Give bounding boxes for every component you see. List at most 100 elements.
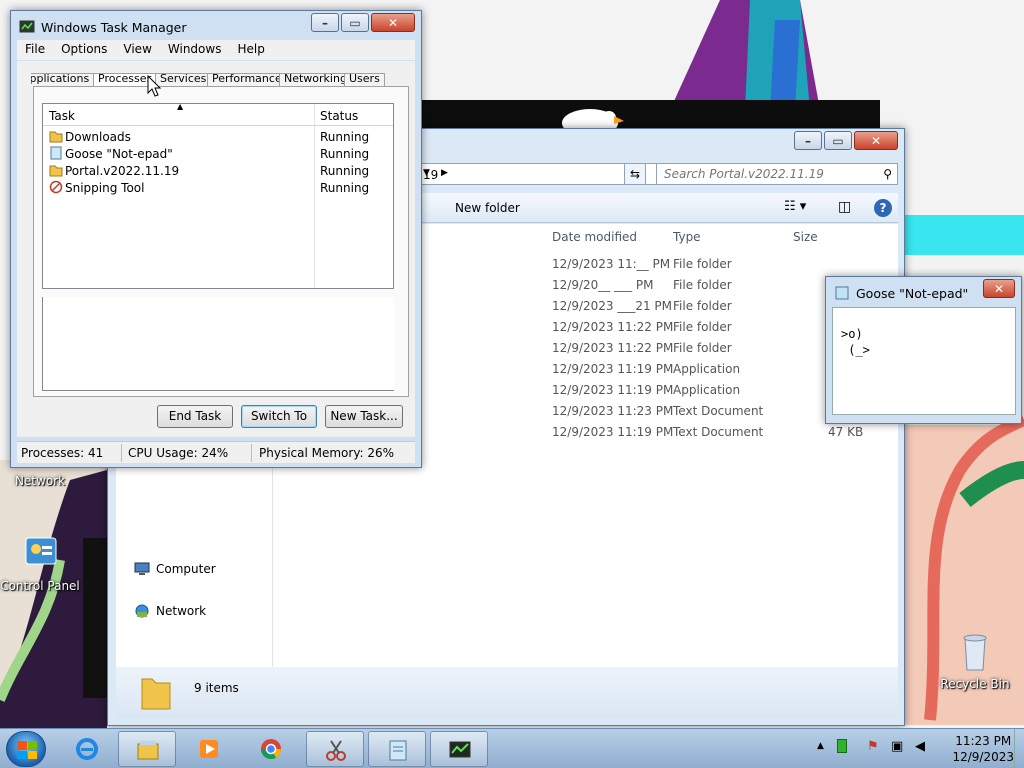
status-separator bbox=[121, 444, 122, 462]
taskbar-task-manager[interactable] bbox=[430, 731, 488, 767]
task-manager-title: Windows Task Manager bbox=[41, 20, 187, 35]
task-manager-titlebar[interactable]: Windows Task Manager – ▭ ✕ bbox=[11, 11, 421, 41]
menu-options[interactable]: Options bbox=[53, 40, 115, 60]
action-center-icon[interactable]: ⚑ bbox=[867, 739, 879, 754]
desktop-icon-recycle-bin[interactable]: Recycle Bin bbox=[935, 632, 1015, 691]
explorer-status-bar: 9 items bbox=[116, 667, 898, 719]
item-count: 9 items bbox=[194, 681, 239, 695]
task-row[interactable]: Downloads Running bbox=[43, 128, 393, 145]
column-type[interactable]: Type bbox=[673, 230, 701, 244]
file-date: 12/9/2023 11:__ PM bbox=[552, 257, 671, 271]
task-manager-tabs: Applications Processes Services Performa… bbox=[31, 73, 411, 87]
desktop-icon-control-panel[interactable]: Control Panel bbox=[0, 534, 80, 593]
preview-pane-icon[interactable]: ◫ bbox=[838, 199, 851, 215]
file-type: File folder bbox=[673, 299, 732, 313]
taskbar-snipping-tool[interactable] bbox=[306, 731, 364, 767]
file-date: 12/9/20__ ___ PM bbox=[552, 278, 654, 292]
taskbar-notepad[interactable] bbox=[368, 731, 426, 767]
taskbar-chrome[interactable] bbox=[242, 731, 300, 767]
folder-icon bbox=[49, 131, 63, 143]
task-manager-close-button[interactable]: ✕ bbox=[371, 13, 415, 32]
folder-icon bbox=[49, 165, 63, 177]
volume-icon[interactable]: ◀ bbox=[915, 739, 925, 754]
end-task-button[interactable]: End Task bbox=[157, 405, 233, 428]
task-status: Running bbox=[320, 181, 370, 195]
tab-networking[interactable]: Networking bbox=[279, 73, 352, 87]
clock-date: 12/9/2023 bbox=[952, 750, 1014, 764]
column-status[interactable]: Status bbox=[320, 109, 358, 123]
goose-notepad-window[interactable]: Goose "Not-epad" ✕ >o) (_> bbox=[825, 276, 1022, 424]
menu-view[interactable]: View bbox=[115, 40, 159, 60]
taskbar-media-player[interactable] bbox=[180, 731, 238, 767]
minimize-icon: – bbox=[322, 15, 328, 30]
goose-notepad-close-button[interactable]: ✕ bbox=[983, 279, 1015, 298]
snipping-tool-icon bbox=[326, 740, 346, 761]
column-size[interactable]: Size bbox=[793, 230, 818, 244]
desktop-icon-network-label: Network bbox=[14, 474, 66, 488]
new-task-button[interactable]: New Task... bbox=[325, 405, 403, 428]
nav-item-computer-label: Computer bbox=[156, 562, 216, 576]
applications-panel: Task ▲ Status Downloads Running Goose "Not… bbox=[33, 86, 409, 397]
task-row[interactable]: Snipping Tool Running bbox=[43, 179, 393, 196]
explorer-close-button[interactable]: ✕ bbox=[854, 131, 898, 150]
file-date: 12/9/2023 11:23 PM bbox=[552, 404, 674, 418]
file-date: 12/9/2023 11:22 PM bbox=[552, 341, 674, 355]
minimize-icon: – bbox=[805, 133, 811, 148]
new-folder-button[interactable]: New folder bbox=[455, 201, 520, 215]
task-name: Goose "Not-epad" bbox=[65, 147, 173, 161]
start-button[interactable] bbox=[6, 731, 46, 767]
task-name: Portal.v2022.11.19 bbox=[65, 164, 180, 178]
tab-applications[interactable]: Applications bbox=[31, 73, 95, 87]
tab-services[interactable]: Services bbox=[155, 73, 212, 87]
search-icon[interactable]: ⚲ bbox=[883, 167, 892, 181]
tab-performance[interactable]: Performance bbox=[207, 73, 287, 87]
column-date-modified[interactable]: Date modified bbox=[552, 230, 637, 244]
file-type: Application bbox=[673, 383, 741, 397]
cpu-usage: CPU Usage: 24% bbox=[128, 446, 229, 460]
tray-app-icon[interactable] bbox=[837, 739, 847, 753]
tab-users[interactable]: Users bbox=[344, 73, 385, 87]
refresh-icon: ⇆ bbox=[629, 167, 641, 181]
menu-file[interactable]: File bbox=[17, 40, 53, 60]
close-icon: ✕ bbox=[870, 133, 882, 148]
task-row[interactable]: Goose "Not-epad" Running bbox=[43, 145, 393, 162]
menu-windows[interactable]: Windows bbox=[160, 40, 230, 60]
menu-help[interactable]: Help bbox=[229, 40, 272, 60]
chrome-icon bbox=[261, 739, 281, 759]
task-manager-minimize-button[interactable]: – bbox=[311, 13, 339, 32]
clock[interactable]: 11:23 PM 12/9/2023 bbox=[952, 733, 1014, 765]
task-name: Snipping Tool bbox=[65, 181, 145, 195]
desktop-icon-control-panel-label: Control Panel bbox=[0, 579, 80, 593]
column-task[interactable]: Task bbox=[49, 109, 75, 123]
file-size: 47 KB bbox=[828, 425, 864, 439]
search-box[interactable]: ⚲ bbox=[656, 163, 898, 185]
switch-to-button[interactable]: Switch To bbox=[241, 405, 317, 428]
show-hidden-icons-icon[interactable]: ▲ bbox=[817, 741, 824, 751]
explorer-minimize-button[interactable]: – bbox=[794, 131, 822, 150]
close-icon: ✕ bbox=[993, 281, 1005, 296]
task-manager-menu-bar: File Options View Windows Help bbox=[17, 40, 415, 60]
task-row[interactable]: Portal.v2022.11.19 Running bbox=[43, 162, 393, 179]
taskbar-internet-explorer[interactable] bbox=[58, 731, 116, 767]
editor-line-1: >o) bbox=[841, 327, 863, 341]
refresh-button[interactable]: ⇆ bbox=[624, 163, 646, 185]
task-manager-window[interactable]: Windows Task Manager – ▭ ✕ File Options … bbox=[10, 10, 422, 468]
goose-notepad-title: Goose "Not-epad" bbox=[856, 286, 969, 301]
taskbar-file-explorer[interactable] bbox=[118, 731, 176, 767]
desktop-icon-network[interactable]: Network bbox=[0, 474, 80, 488]
search-input[interactable] bbox=[657, 164, 867, 184]
explorer-maximize-button[interactable]: ▭ bbox=[824, 131, 852, 150]
task-manager-icon bbox=[19, 20, 35, 33]
goose-notepad-titlebar[interactable]: Goose "Not-epad" ✕ bbox=[826, 277, 1021, 307]
network-tray-icon[interactable]: ▣ bbox=[891, 739, 903, 754]
nav-item-computer[interactable]: Computer bbox=[134, 561, 216, 577]
change-view-icon[interactable]: ☷ ▾ bbox=[784, 199, 806, 214]
task-status: Running bbox=[320, 147, 370, 161]
help-icon[interactable]: ? bbox=[874, 199, 892, 217]
goose-notepad-editor[interactable]: >o) (_> bbox=[832, 307, 1016, 415]
nav-item-network[interactable]: Network bbox=[134, 603, 206, 619]
file-date: 12/9/2023 11:19 PM bbox=[552, 362, 674, 376]
task-manager-maximize-button[interactable]: ▭ bbox=[341, 13, 369, 32]
task-list[interactable]: Task ▲ Status Downloads Running Goose "Not… bbox=[42, 102, 394, 289]
show-desktop-button[interactable] bbox=[1014, 729, 1024, 768]
